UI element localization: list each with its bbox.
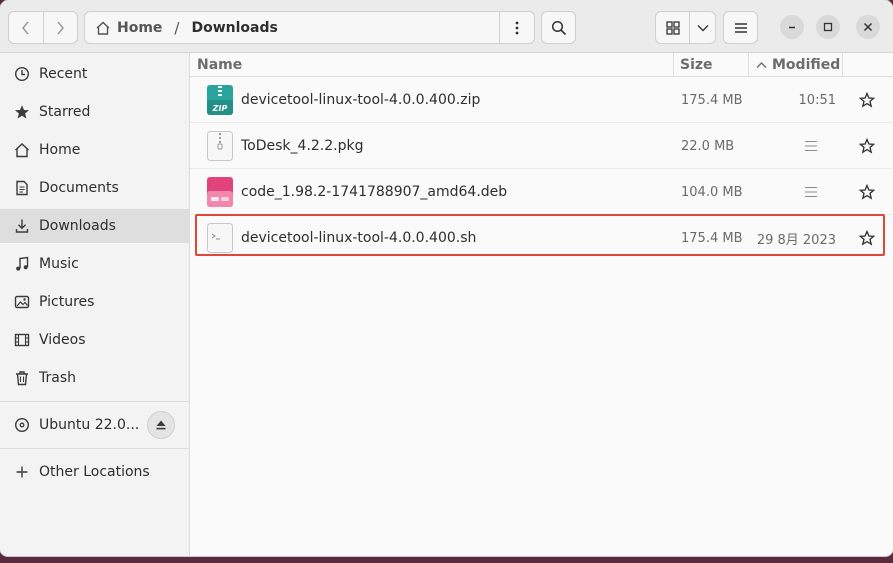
column-divider [842,53,843,76]
eject-button[interactable] [147,411,175,439]
sidebar-item-label: Home [39,142,81,158]
search-icon [551,20,566,35]
file-row[interactable]: ZIP devicetool-linux-tool-4.0.0.400.zip … [190,77,893,123]
sidebar-item-trash[interactable]: Trash [0,361,189,395]
file-name: ToDesk_4.2.2.pkg [241,138,364,154]
sidebar-item-pictures[interactable]: Pictures [0,285,189,319]
star-outline-icon[interactable] [859,92,875,108]
disc-icon [13,416,31,434]
file-manager-window: Home / Downloads Recent Starred Home Doc… [0,0,893,556]
sidebar-item-music[interactable]: Music [0,247,189,281]
trash-icon [13,369,31,387]
file-name: devicetool-linux-tool-4.0.0.400.zip [241,92,481,108]
column-header-row: Name Size Modified [190,53,893,77]
path-menu-button[interactable] [499,12,534,43]
star-outline-icon[interactable] [859,138,875,154]
minimize-button[interactable] [780,15,804,39]
zip-archive-icon: ZIP [207,85,233,115]
sidebar-item-label: Trash [39,370,76,386]
sidebar-item-recent[interactable]: Recent [0,57,189,91]
file-list-view: Name Size Modified ZIP devicetool-linux-… [190,53,893,556]
file-size: 175.4 MB [681,92,743,108]
column-header-modified[interactable]: Modified [756,53,842,76]
svg-text:ZIP: ZIP [212,104,228,113]
hamburger-icon [734,22,747,33]
grid-icon [665,20,680,35]
sort-up-icon [756,61,767,68]
sidebar-item-label: Starred [39,104,91,120]
close-icon [863,22,873,32]
sidebar-item-device[interactable]: Ubuntu 22.0... [0,408,189,442]
sidebar-item-label: Music [39,256,79,272]
minimize-icon [789,26,795,29]
sidebar-item-label: Documents [39,180,119,196]
breadcrumb-home-label: Home [117,19,163,36]
chevron-right-icon [57,21,65,34]
view-options-dropdown[interactable] [689,11,716,44]
sidebar-item-documents[interactable]: Documents [0,171,189,205]
breadcrumb-home[interactable]: Home [85,20,162,36]
file-row[interactable]: code_1.98.2-1741788907_amd64.deb 104.0 M… [190,169,893,215]
music-icon [13,255,31,273]
home-icon [13,141,31,159]
sidebar-item-downloads[interactable]: Downloads [0,209,189,243]
sidebar-item-label: Ubuntu 22.0... [39,417,140,433]
file-size: 104.0 MB [681,184,743,200]
main-menu-button[interactable] [723,11,758,44]
header-bar: Home / Downloads [0,0,893,53]
sidebar-divider [0,448,189,449]
home-icon [96,21,110,35]
path-bar: Home / Downloads [84,11,535,44]
unknown-date-icon [805,140,817,152]
breadcrumb-separator: / [174,18,180,37]
sidebar-item-starred[interactable]: Starred [0,95,189,129]
package-icon [207,131,233,161]
column-header-name-label: Name [197,56,243,73]
sidebar-item-label: Recent [39,66,88,82]
back-button[interactable] [9,12,44,43]
view-grid-button[interactable] [655,11,690,44]
sidebar-item-home[interactable]: Home [0,133,189,167]
sidebar-item-label: Downloads [39,218,116,234]
column-divider [748,53,749,76]
sidebar-item-label: Other Locations [39,464,150,480]
deb-package-icon [207,177,233,207]
plus-icon [13,463,31,481]
file-name: code_1.98.2-1741788907_amd64.deb [241,184,508,200]
sidebar-item-other-locations[interactable]: Other Locations [0,455,189,489]
maximize-button[interactable] [816,15,840,39]
search-button[interactable] [541,11,576,44]
file-modified: 10:51 [798,92,836,108]
file-row[interactable]: ToDesk_4.2.2.pkg 22.0 MB [190,123,893,169]
nav-buttons [8,11,78,44]
column-header-size[interactable]: Size [680,53,748,76]
column-header-modified-label: Modified [772,56,841,73]
maximize-icon [823,22,833,32]
forward-button[interactable] [44,12,78,43]
vertical-dots-icon [515,21,519,34]
picture-icon [13,293,31,311]
selection-highlight-box [195,214,885,256]
sidebar-divider [0,401,189,402]
sidebar: Recent Starred Home Documents Downloads … [0,53,190,556]
clock-icon [13,65,31,83]
chevron-left-icon [21,21,29,34]
eject-icon [156,420,166,430]
close-button[interactable] [856,15,880,39]
column-header-name[interactable]: Name [197,53,673,76]
breadcrumb-current[interactable]: Downloads [191,20,277,36]
chevron-down-icon [697,24,708,31]
column-header-size-label: Size [680,56,713,73]
star-icon [13,103,31,121]
column-divider [673,53,674,76]
sidebar-item-videos[interactable]: Videos [0,323,189,357]
sidebar-item-label: Pictures [39,294,95,310]
document-icon [13,179,31,197]
unknown-date-icon [805,186,817,198]
sidebar-item-label: Videos [39,332,86,348]
video-icon [13,331,31,349]
download-icon [13,217,31,235]
file-size: 22.0 MB [681,138,735,154]
star-outline-icon[interactable] [859,184,875,200]
